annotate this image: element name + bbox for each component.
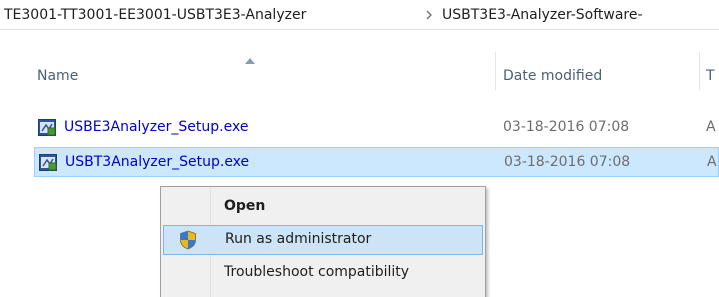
breadcrumb-folder-1[interactable]: TE3001-TT3001-EE3001-USBT3E3-Analyzer — [4, 7, 306, 23]
menu-item-troubleshoot-compatibility[interactable]: Troubleshoot compatibility — [163, 259, 483, 289]
file-date-modified: 03-18-2016 07:08 — [504, 154, 631, 170]
column-divider[interactable] — [699, 52, 700, 90]
menu-item-open[interactable]: Open — [163, 193, 483, 223]
uac-shield-icon — [180, 230, 196, 250]
setup-exe-icon — [38, 119, 56, 136]
setup-exe-icon — [39, 154, 57, 171]
sort-ascending-icon — [245, 58, 255, 64]
column-header-date-modified[interactable]: Date modified — [503, 68, 602, 84]
file-row[interactable]: USBE3Analyzer_Setup.exe 03-18-2016 07:08… — [34, 113, 719, 143]
breadcrumb-folder-2[interactable]: USBT3E3-Analyzer-Software- — [442, 7, 643, 23]
menu-item-label: Troubleshoot compatibility — [224, 264, 410, 280]
column-header-name[interactable]: Name — [37, 68, 78, 84]
column-header-type[interactable]: T — [706, 68, 715, 84]
file-name[interactable]: USBT3Analyzer_Setup.exe — [65, 154, 249, 170]
context-menu: Open Run as administrator Troubleshoot c… — [160, 186, 486, 297]
file-type: A — [706, 119, 716, 135]
column-divider[interactable] — [495, 52, 496, 90]
column-header-row: Name Date modified T — [0, 52, 719, 90]
file-date-modified: 03-18-2016 07:08 — [503, 119, 630, 135]
menu-item-run-as-administrator[interactable]: Run as administrator — [163, 225, 483, 255]
address-bar[interactable]: TE3001-TT3001-EE3001-USBT3E3-Analyzer US… — [0, 0, 719, 30]
chevron-right-icon[interactable] — [423, 9, 435, 21]
file-type: A — [707, 154, 717, 170]
menu-item-label: Open — [224, 198, 266, 214]
file-row-selected[interactable]: USBT3Analyzer_Setup.exe 03-18-2016 07:08… — [34, 147, 719, 177]
file-name[interactable]: USBE3Analyzer_Setup.exe — [64, 119, 248, 135]
menu-item-label: Run as administrator — [225, 231, 372, 247]
